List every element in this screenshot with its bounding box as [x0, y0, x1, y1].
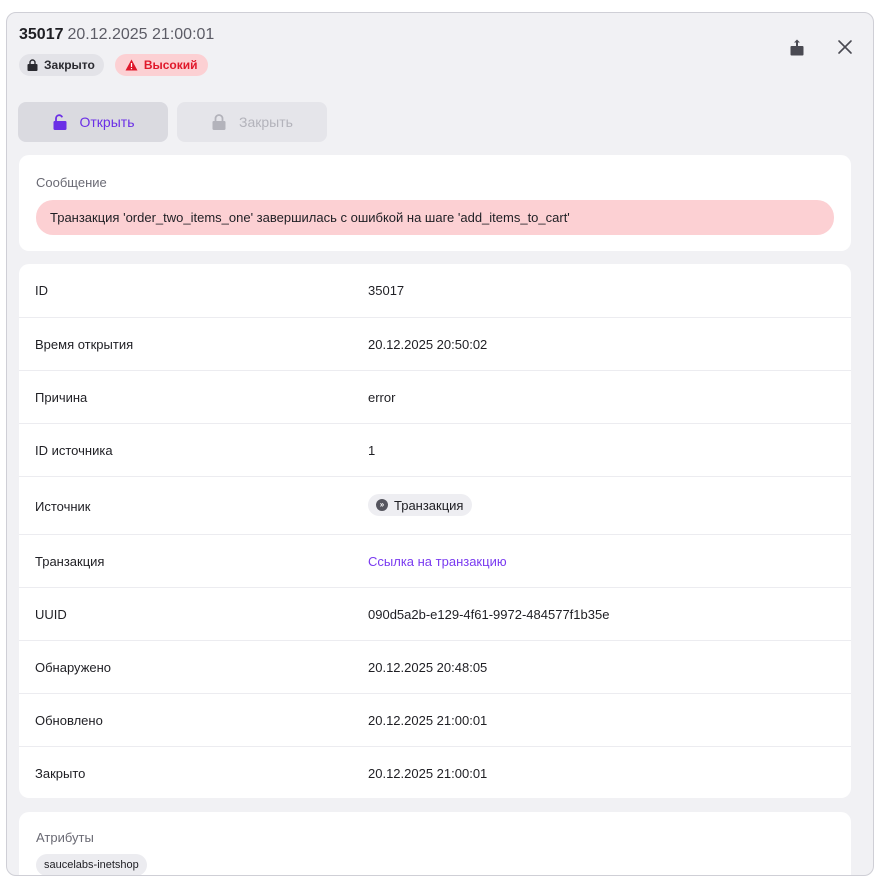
source-chip[interactable]: » Транзакция: [368, 494, 473, 516]
message-label: Сообщение: [36, 175, 107, 190]
properties-card: ID 35017 Время открытия 20.12.2025 20:50…: [19, 264, 851, 798]
property-label: Обнаружено: [35, 660, 112, 675]
property-label: Закрыто: [35, 766, 86, 781]
warning-triangle-icon: [125, 59, 138, 71]
close-button[interactable]: [837, 39, 853, 60]
property-value: 090d5a2b-e129-4f61-9972-484577f1b35e: [368, 607, 610, 622]
share-button[interactable]: [789, 39, 805, 61]
close-icon: [838, 40, 852, 54]
error-message: Транзакция 'order_two_items_one' заверши…: [36, 200, 834, 235]
property-value: 35017: [368, 283, 405, 298]
property-value: 20.12.2025 20:50:02: [368, 337, 488, 352]
property-row-updated: Обновлено 20.12.2025 21:00:01: [19, 693, 851, 747]
priority-badge: Высокий: [114, 54, 208, 76]
property-label: UUID: [35, 607, 67, 622]
transaction-link[interactable]: Ссылка на транзакцию: [368, 554, 507, 569]
property-value: 20.12.2025 21:00:01: [368, 766, 488, 781]
property-row-uuid: UUID 090d5a2b-e129-4f61-9972-484577f1b35…: [19, 587, 851, 641]
close-incident-label: Закрыть: [239, 114, 293, 130]
close-incident-button[interactable]: Закрыть: [177, 102, 327, 142]
message-card: Сообщение Транзакция 'order_two_items_on…: [19, 155, 851, 251]
attributes-label: Атрибуты: [36, 830, 94, 845]
header-chips: Закрыто Высокий: [19, 54, 208, 76]
property-value: 1: [368, 443, 376, 458]
property-row-closed: Закрыто 20.12.2025 21:00:01: [19, 746, 851, 799]
property-label: Источник: [35, 499, 91, 514]
status-badge-label: Закрыто: [44, 58, 95, 72]
status-badge: Закрыто: [19, 54, 104, 76]
open-incident-button[interactable]: Открыть: [18, 102, 168, 142]
property-row-detected: Обнаружено 20.12.2025 20:48:05: [19, 640, 851, 694]
lock-closed-icon: [27, 59, 38, 71]
priority-badge-label: Высокий: [143, 58, 198, 72]
share-icon: [790, 39, 804, 56]
incident-datetime: 20.12.2025 21:00:01: [67, 26, 215, 43]
property-label: Обновлено: [35, 713, 103, 728]
property-label: Время открытия: [35, 337, 134, 352]
property-value: error: [368, 390, 396, 405]
property-value: 20.12.2025 20:48:05: [368, 660, 488, 675]
dialog-header: 35017 20.12.2025 21:00:01 Закрыто Высокий: [19, 25, 214, 76]
dialog-title: 35017 20.12.2025 21:00:01: [19, 25, 214, 45]
property-label: ID источника: [35, 443, 113, 458]
incident-id: 35017: [19, 26, 64, 43]
source-chip-wrapper: » Транзакция: [368, 494, 473, 516]
property-label: ID: [35, 283, 48, 298]
property-row-source-id: ID источника 1: [19, 423, 851, 477]
property-row-reason: Причина error: [19, 370, 851, 424]
property-label: Причина: [35, 390, 88, 405]
property-label: Транзакция: [35, 554, 105, 569]
lock-open-icon: [53, 114, 66, 130]
property-value: 20.12.2025 21:00:01: [368, 713, 488, 728]
lock-closed-icon: [212, 114, 226, 130]
property-row-opened-at: Время открытия 20.12.2025 20:50:02: [19, 317, 851, 371]
property-row-transaction: Транзакция Ссылка на транзакцию: [19, 534, 851, 588]
open-incident-label: Открыть: [79, 114, 135, 130]
source-chip-label: Транзакция: [394, 497, 464, 513]
property-row-id: ID 35017: [19, 264, 851, 317]
attribute-tag[interactable]: saucelabs-inetshop: [36, 854, 147, 875]
property-row-source: Источник » Транзакция: [19, 476, 851, 535]
attributes-card: Атрибуты saucelabs-inetshop: [19, 812, 851, 875]
incident-dialog: 35017 20.12.2025 21:00:01 Закрыто Высокий: [6, 12, 874, 876]
transaction-icon: »: [376, 499, 388, 511]
